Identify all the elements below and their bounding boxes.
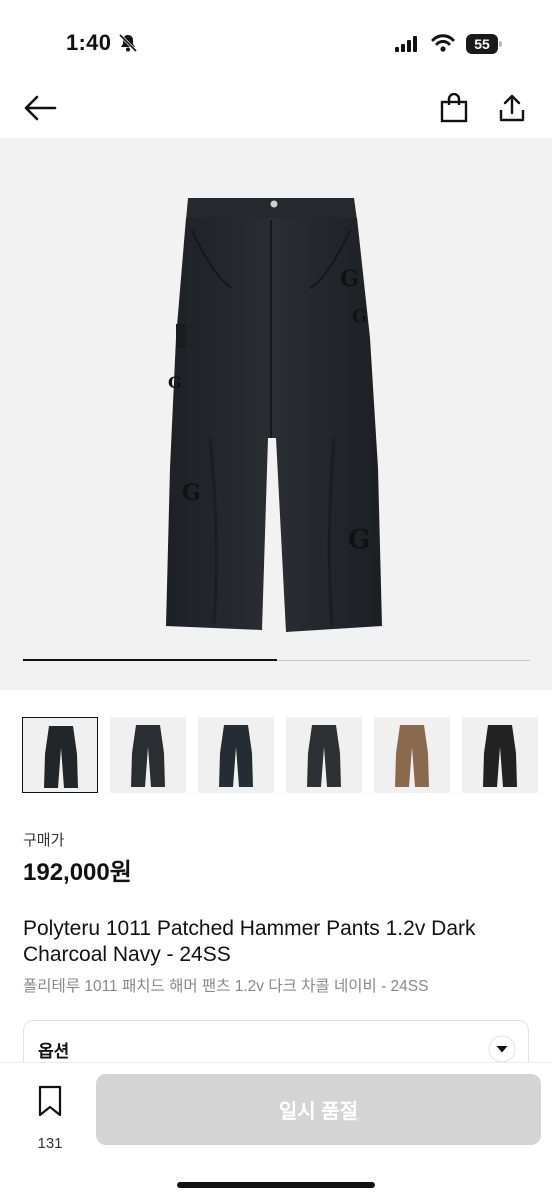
svg-text:G: G	[182, 480, 201, 506]
price-value: 192,000원	[23, 859, 132, 886]
thumbnail-pants-image	[483, 725, 517, 787]
wishlist-button[interactable]: 131	[22, 1083, 78, 1152]
image-progress-track	[23, 659, 530, 661]
nav-bar	[0, 86, 552, 134]
thumbnail-6[interactable]	[462, 717, 538, 793]
bookmark-icon	[38, 1085, 62, 1117]
back-button[interactable]	[18, 86, 62, 130]
battery-level: 55	[466, 34, 498, 54]
product-image-carousel[interactable]: G G G G G	[0, 138, 552, 690]
battery-icon: 55	[466, 34, 502, 54]
shopping-bag-icon	[440, 93, 468, 123]
thumbnail-3[interactable]	[198, 717, 274, 793]
chevron-down-icon	[488, 1035, 516, 1063]
bottom-action-bar: 131 일시 품절	[0, 1062, 552, 1201]
thumbnail-2[interactable]	[110, 717, 186, 793]
svg-text:G: G	[352, 306, 367, 327]
option-label: 옵션	[38, 1042, 70, 1061]
share-button[interactable]	[490, 86, 534, 130]
thumbnail-strip[interactable]	[22, 717, 552, 795]
signal-icon	[395, 36, 421, 57]
status-bar: 1:40 55	[0, 0, 552, 90]
svg-text:G: G	[348, 525, 370, 555]
shopping-bag-button[interactable]	[432, 86, 476, 130]
home-indicator	[177, 1182, 375, 1188]
sold-out-button[interactable]: 일시 품절	[96, 1074, 541, 1145]
thumbnail-4[interactable]	[286, 717, 362, 793]
wifi-icon	[431, 33, 455, 58]
status-time: 1:40	[66, 30, 112, 55]
thumbnail-pants-image	[395, 725, 429, 787]
image-progress-fill	[23, 659, 277, 661]
share-icon	[499, 94, 525, 122]
thumbnail-pants-image	[219, 725, 253, 787]
price-label: 구매가	[23, 832, 65, 849]
thumbnail-5[interactable]	[374, 717, 450, 793]
wishlist-count: 131	[37, 1135, 63, 1152]
product-subtitle: 폴리테루 1011 패치드 해머 팬츠 1.2v 다크 차콜 네이비 - 24S…	[23, 978, 429, 995]
thumbnail-pants-image	[44, 726, 78, 788]
thumbnail-pants-image	[307, 725, 341, 787]
product-title: Polyteru 1011 Patched Hammer Pants 1.2v …	[23, 917, 476, 966]
thumbnail-pants-image	[131, 725, 165, 787]
svg-text:G: G	[168, 373, 182, 392]
back-arrow-icon	[24, 95, 57, 121]
svg-text:G: G	[340, 266, 359, 292]
bell-slash-icon	[118, 33, 138, 58]
thumbnail-1[interactable]	[22, 717, 98, 793]
product-image: G G G G G	[166, 198, 382, 632]
